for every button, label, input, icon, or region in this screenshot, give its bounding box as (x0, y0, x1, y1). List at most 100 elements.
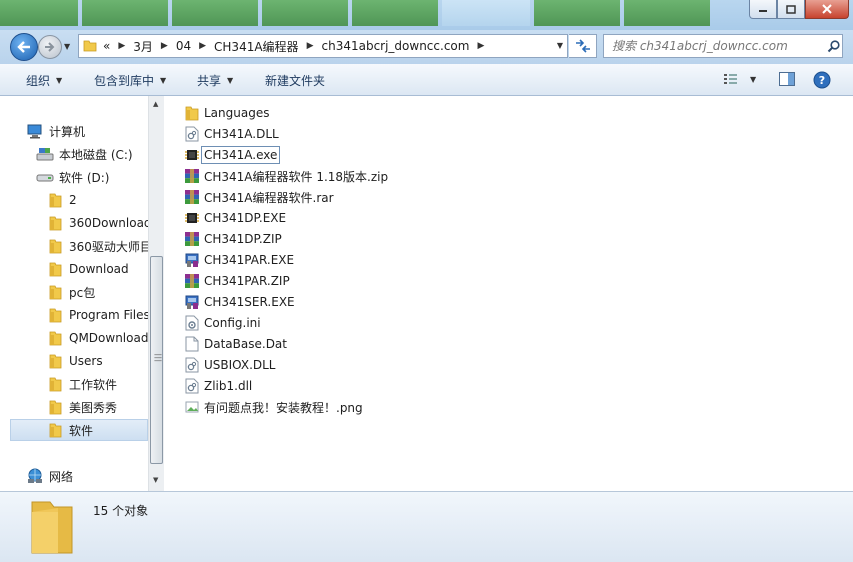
list-item[interactable]: USBIOX.DLL (184, 355, 276, 375)
nav-folder-work-software[interactable]: 工作软件 (46, 374, 117, 394)
navigation-tree: 计算机 本地磁盘 (C:) 软件 (D:) 2 360Download 360驱… (0, 96, 148, 491)
nav-item-network[interactable]: 网络 (26, 466, 73, 486)
folder-icon (46, 238, 64, 254)
nav-item-drive-d[interactable]: 软件 (D:) (36, 167, 109, 187)
navigation-scrollbar[interactable]: ▲ — — — ▼ (148, 96, 164, 491)
nav-folder-2[interactable]: 2 (46, 190, 77, 210)
nav-folder-software-selected[interactable]: 软件 (10, 419, 148, 441)
breadcrumb-separator-icon[interactable]: ▶ (161, 41, 168, 51)
winrar-archive-icon (184, 189, 200, 205)
file-list: Languages CH341A.DLL CH341A.exe CH341A编程… (164, 96, 853, 491)
folder-icon (46, 399, 64, 415)
address-dropdown-icon[interactable]: ▼ (557, 41, 563, 50)
nav-folder-program-files[interactable]: Program Files (46, 305, 148, 325)
maximize-button[interactable] (777, 0, 805, 19)
organize-menu[interactable]: 组织 ▼ (26, 64, 62, 96)
list-item[interactable]: Languages (184, 103, 269, 123)
item-count: 15 个对象 (93, 504, 149, 518)
breadcrumb-item[interactable]: 04 (176, 39, 191, 53)
scroll-up-icon[interactable]: ▲ (153, 100, 158, 108)
search-input[interactable] (604, 38, 824, 54)
help-button[interactable]: ? (813, 71, 831, 89)
forward-arrow-icon (45, 42, 55, 52)
list-item[interactable]: DataBase.Dat (184, 334, 287, 354)
list-item[interactable]: Zlib1.dll (184, 376, 252, 396)
minimize-button[interactable] (749, 0, 777, 19)
nav-folder-users[interactable]: Users (46, 351, 103, 371)
recent-pages-dropdown[interactable]: ▼ (64, 42, 70, 51)
nav-item-drive-c[interactable]: 本地磁盘 (C:) (36, 144, 133, 164)
search-icon[interactable] (824, 39, 842, 53)
preview-pane-button[interactable] (778, 71, 796, 87)
list-item[interactable]: CH341A编程器软件.rar (184, 187, 334, 207)
share-label: 共享 (197, 73, 222, 88)
list-item[interactable]: CH341PAR.ZIP (184, 271, 290, 291)
search-box[interactable] (603, 34, 843, 58)
details-pane: 15 个对象 (0, 491, 853, 562)
list-item[interactable]: Config.ini (184, 313, 261, 333)
nav-folder-pc-bao[interactable]: pc包 (46, 282, 95, 302)
folder-icon (46, 215, 64, 231)
list-item[interactable]: CH341A.exe (184, 145, 281, 165)
nav-item-label: 2 (69, 193, 77, 207)
breadcrumb-separator-icon[interactable]: ▶ (199, 41, 206, 51)
list-item[interactable]: CH341SER.EXE (184, 292, 295, 312)
minimize-icon (759, 10, 767, 12)
file-name: Zlib1.dll (204, 379, 253, 393)
nav-item-label: 本地磁盘 (C:) (59, 147, 133, 162)
address-bar[interactable]: « ▶ 3月 ▶ 04 ▶ CH341A编程器 ▶ ch341abcrj_dow… (78, 34, 568, 58)
nav-item-label: pc包 (69, 285, 96, 300)
nav-item-label: Users (69, 354, 103, 368)
list-item[interactable]: CH341DP.EXE (184, 208, 286, 228)
nav-item-computer[interactable]: 计算机 (26, 121, 85, 141)
change-view-button[interactable]: ▼ (722, 71, 756, 87)
close-icon (822, 4, 832, 14)
forward-button[interactable] (38, 35, 62, 59)
nav-item-label: 360驱动大师目 (69, 239, 148, 254)
folder-icon (26, 498, 76, 559)
window-controls (749, 0, 849, 19)
scroll-thumb[interactable]: — — — (150, 256, 163, 464)
chevron-down-icon[interactable]: ▼ (750, 75, 756, 84)
installer-exe-icon (184, 294, 200, 310)
nav-folder-360download[interactable]: 360Download (46, 213, 148, 233)
breadcrumb-separator-icon[interactable]: ▶ (477, 41, 484, 51)
nav-item-label: Download (69, 262, 129, 276)
nav-item-label: Program Files (69, 308, 148, 322)
nav-folder-download[interactable]: Download (46, 259, 129, 279)
file-name: CH341SER.EXE (204, 295, 295, 309)
winrar-archive-icon (184, 231, 200, 247)
include-in-library-label: 包含到库中 (94, 73, 155, 88)
refresh-button[interactable] (569, 34, 597, 58)
nav-folder-360-driver-master[interactable]: 360驱动大师目 (46, 236, 148, 256)
breadcrumb-separator-icon[interactable]: ▶ (307, 41, 314, 51)
file-name: CH341PAR.EXE (204, 253, 295, 267)
grip-icon: — — — (154, 350, 162, 365)
new-folder-button[interactable]: 新建文件夹 (265, 64, 325, 96)
list-item[interactable]: CH341PAR.EXE (184, 250, 294, 270)
breadcrumb-item[interactable]: ch341abcrj_downcc.com (321, 39, 469, 53)
list-item[interactable]: CH341A.DLL (184, 124, 279, 144)
breadcrumb-overflow[interactable]: « (103, 39, 110, 53)
new-folder-label: 新建文件夹 (265, 73, 326, 88)
share-menu[interactable]: 共享 ▼ (197, 64, 233, 96)
chevron-down-icon: ▼ (160, 75, 167, 85)
folder-icon (46, 376, 64, 392)
file-name: CH341DP.ZIP (204, 232, 282, 246)
include-in-library-menu[interactable]: 包含到库中 ▼ (94, 64, 166, 96)
list-item[interactable]: CH341DP.ZIP (184, 229, 282, 249)
scroll-down-icon[interactable]: ▼ (153, 476, 158, 484)
nav-item-label: 360Download (69, 216, 148, 230)
list-item[interactable]: CH341A编程器软件 1.18版本.zip (184, 166, 388, 186)
breadcrumb: « ▶ 3月 ▶ 04 ▶ CH341A编程器 ▶ ch341abcrj_dow… (103, 38, 492, 55)
nav-folder-qmdownload[interactable]: QMDownload (46, 328, 148, 348)
background-tab (352, 0, 438, 26)
close-button[interactable] (805, 0, 849, 19)
breadcrumb-separator-icon[interactable]: ▶ (118, 41, 125, 51)
breadcrumb-item[interactable]: 3月 (133, 38, 153, 55)
breadcrumb-item[interactable]: CH341A编程器 (214, 38, 299, 55)
nav-folder-meitu[interactable]: 美图秀秀 (46, 397, 117, 417)
list-item[interactable]: 有问题点我！安装教程！.png (184, 397, 363, 417)
back-button[interactable] (10, 33, 38, 61)
background-tab (82, 0, 168, 26)
